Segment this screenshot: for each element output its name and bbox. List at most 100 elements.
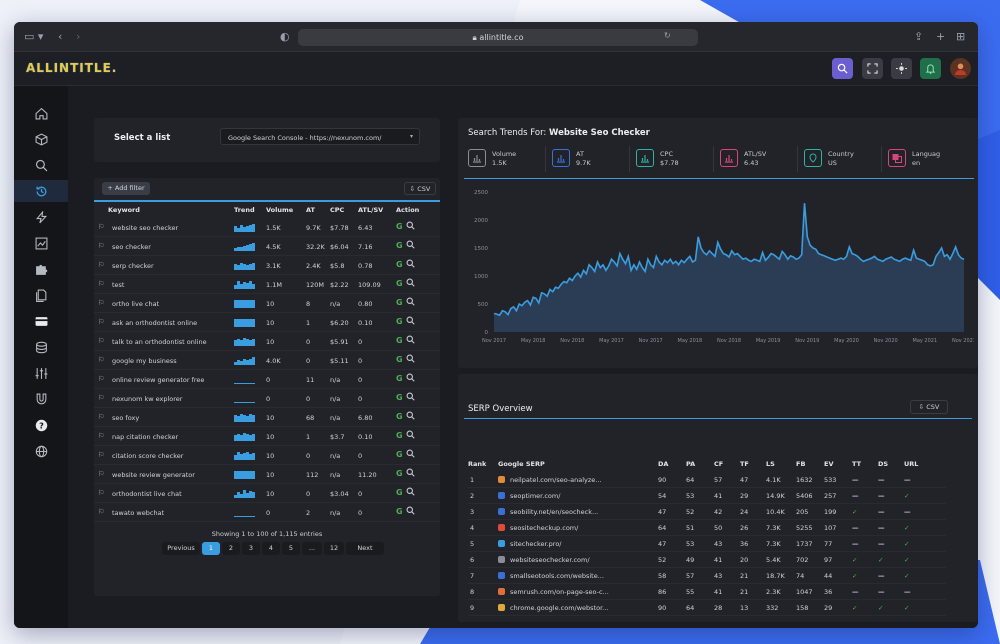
magnifier-icon[interactable] [406, 335, 415, 346]
keyword-row[interactable]: ⚐ website seo checker 1.5K 9.7K $7.78 6.43 G [94, 218, 440, 237]
serp-url[interactable]: neilpatel.com/seo-analyze... [510, 476, 650, 484]
serp-csv-button[interactable]: ⇩ CSV [910, 400, 948, 414]
theme-button[interactable] [891, 58, 912, 79]
google-search-icon[interactable]: G [396, 412, 403, 421]
serp-url[interactable]: seositecheckup.com/ [510, 524, 650, 532]
magnifier-icon[interactable] [406, 297, 415, 308]
keyword-text[interactable]: online review generator free [112, 376, 230, 384]
keyword-row[interactable]: ⚐ seo checker 4.5K 32.2K $6.04 7.16 G [94, 237, 440, 256]
google-search-icon[interactable]: G [396, 222, 403, 231]
keyword-row[interactable]: ⚐ online review generator free 0 11 n/a 0 G [94, 370, 440, 389]
page-button[interactable]: ... [302, 542, 322, 555]
forward-icon[interactable]: › [76, 30, 80, 43]
google-search-icon[interactable]: G [396, 488, 403, 497]
bookmark-icon[interactable]: ⚐ [98, 375, 104, 383]
page-button[interactable]: 3 [242, 542, 260, 555]
magnifier-icon[interactable] [406, 392, 415, 403]
serp-url[interactable]: sitechecker.pro/ [510, 540, 650, 548]
keyword-row[interactable]: ⚐ talk to an orthodontist online 10 0 $5.91 0… [94, 332, 440, 351]
reload-icon[interactable]: ↻ [664, 31, 671, 40]
serp-row[interactable]: 3 seobility.net/en/seocheck... 47 52 42 24 10.… [468, 504, 946, 520]
bookmark-icon[interactable]: ⚐ [98, 451, 104, 459]
magnifier-icon[interactable] [406, 487, 415, 498]
google-search-icon[interactable]: G [396, 317, 403, 326]
page-button[interactable]: Next [346, 542, 384, 555]
col-pa[interactable]: PA [686, 460, 695, 468]
sidebar-item-history[interactable] [14, 180, 68, 202]
serp-row[interactable]: 5 sitechecker.pro/47 53 43 36 7.3K 1737 77 — — ✓ [468, 536, 946, 552]
keyword-row[interactable]: ⚐ orthodontist live chat 10 0 $3.04 0 G [94, 484, 440, 503]
magnifier-icon[interactable] [406, 411, 415, 422]
col-trend[interactable]: Trend [234, 206, 255, 214]
col-ev[interactable]: EV [824, 460, 833, 468]
bookmark-icon[interactable]: ⚐ [98, 223, 104, 231]
sidebar-toggle-icon[interactable]: ▭ ▾ [24, 30, 43, 43]
serp-url[interactable]: smallseotools.com/website... [510, 572, 650, 580]
col-da[interactable]: DA [658, 460, 668, 468]
col-tf[interactable]: TF [740, 460, 749, 468]
col-volume[interactable]: Volume [266, 206, 293, 214]
google-search-icon[interactable]: G [396, 279, 403, 288]
serp-url[interactable]: seobility.net/en/seocheck... [510, 508, 650, 516]
keyword-text[interactable]: website seo checker [112, 224, 230, 232]
search-button[interactable] [832, 58, 853, 79]
page-button[interactable]: 12 [324, 542, 344, 555]
list-select[interactable]: Google Search Console - https://nexunom.… [220, 128, 420, 145]
magnifier-icon[interactable] [406, 221, 415, 232]
serp-row[interactable]: 2 seoptimer.com/54 53 41 29 14.9K 5406 257 — — ✓ [468, 488, 946, 504]
keyword-text[interactable]: orthodontist live chat [112, 490, 230, 498]
address-bar[interactable]: 🔒︎ allintitle.co [298, 29, 698, 46]
col-atl-sv[interactable]: ATL/SV [358, 206, 383, 214]
new-tab-icon[interactable]: + [936, 30, 945, 43]
col-cf[interactable]: CF [714, 460, 723, 468]
google-search-icon[interactable]: G [396, 355, 403, 364]
keyword-row[interactable]: ⚐ citation score checker 10 0 n/a 0 G [94, 446, 440, 465]
sidebar-item-bolt[interactable] [14, 206, 68, 228]
sidebar-item-documents[interactable] [14, 284, 68, 306]
bookmark-icon[interactable]: ⚐ [98, 337, 104, 345]
keyword-text[interactable]: ortho live chat [112, 300, 230, 308]
col-tt[interactable]: TT [852, 460, 861, 468]
keyword-row[interactable]: ⚐ google my business 4.0K 0 $5.11 0 G [94, 351, 440, 370]
sidebar-item-help[interactable]: ? [14, 414, 68, 436]
sidebar-item-extensions[interactable] [14, 258, 68, 280]
serp-row[interactable]: 9 chrome.google.com/webstor... 90 64 28 13 332… [468, 600, 946, 616]
keyword-row[interactable]: ⚐ serp checker 3.1K 2.4K $5.8 0.78 G [94, 256, 440, 275]
sidebar-item-box[interactable] [14, 128, 68, 150]
google-search-icon[interactable]: G [396, 507, 403, 516]
sidebar-item-magnet[interactable] [14, 388, 68, 410]
serp-row[interactable]: 1 neilpatel.com/seo-analyze... 90 64 57 47 4.1… [468, 472, 946, 488]
privacy-shield-icon[interactable]: ◐ [280, 30, 290, 43]
serp-row[interactable]: 7 smallseotools.com/website... 58 57 43 21 18.… [468, 568, 946, 584]
keyword-text[interactable]: ask an orthodontist online [112, 319, 230, 327]
magnifier-icon[interactable] [406, 449, 415, 460]
notifications-button[interactable] [920, 58, 941, 79]
page-button[interactable]: 5 [282, 542, 300, 555]
col-ls[interactable]: LS [766, 460, 775, 468]
bookmark-icon[interactable]: ⚐ [98, 261, 104, 269]
avatar[interactable] [950, 58, 971, 79]
magnifier-icon[interactable] [406, 430, 415, 441]
keyword-text[interactable]: citation score checker [112, 452, 230, 460]
col-rank[interactable]: Rank [468, 460, 486, 468]
col-action[interactable]: Action [396, 206, 419, 214]
google-search-icon[interactable]: G [396, 241, 403, 250]
keyword-text[interactable]: website review generator [112, 471, 230, 479]
google-search-icon[interactable]: G [396, 298, 403, 307]
bookmark-icon[interactable]: ⚐ [98, 432, 104, 440]
sidebar-item-analytics[interactable] [14, 232, 68, 254]
google-search-icon[interactable]: G [396, 260, 403, 269]
keyword-row[interactable]: ⚐ test 1.1M 120M $2.22 109.09 G [94, 275, 440, 294]
magnifier-icon[interactable] [406, 259, 415, 270]
bookmark-icon[interactable]: ⚐ [98, 242, 104, 250]
sidebar-item-search[interactable] [14, 154, 68, 176]
keyword-text[interactable]: seo foxy [112, 414, 230, 422]
col-ds[interactable]: DS [878, 460, 888, 468]
google-search-icon[interactable]: G [396, 336, 403, 345]
google-search-icon[interactable]: G [396, 374, 403, 383]
magnifier-icon[interactable] [406, 506, 415, 517]
keyword-row[interactable]: ⚐ ortho live chat 10 8 n/a 0.80 G [94, 294, 440, 313]
bookmark-icon[interactable]: ⚐ [98, 470, 104, 478]
tab-overview-icon[interactable]: ⊞ [956, 30, 965, 43]
sidebar-item-database[interactable] [14, 336, 68, 358]
